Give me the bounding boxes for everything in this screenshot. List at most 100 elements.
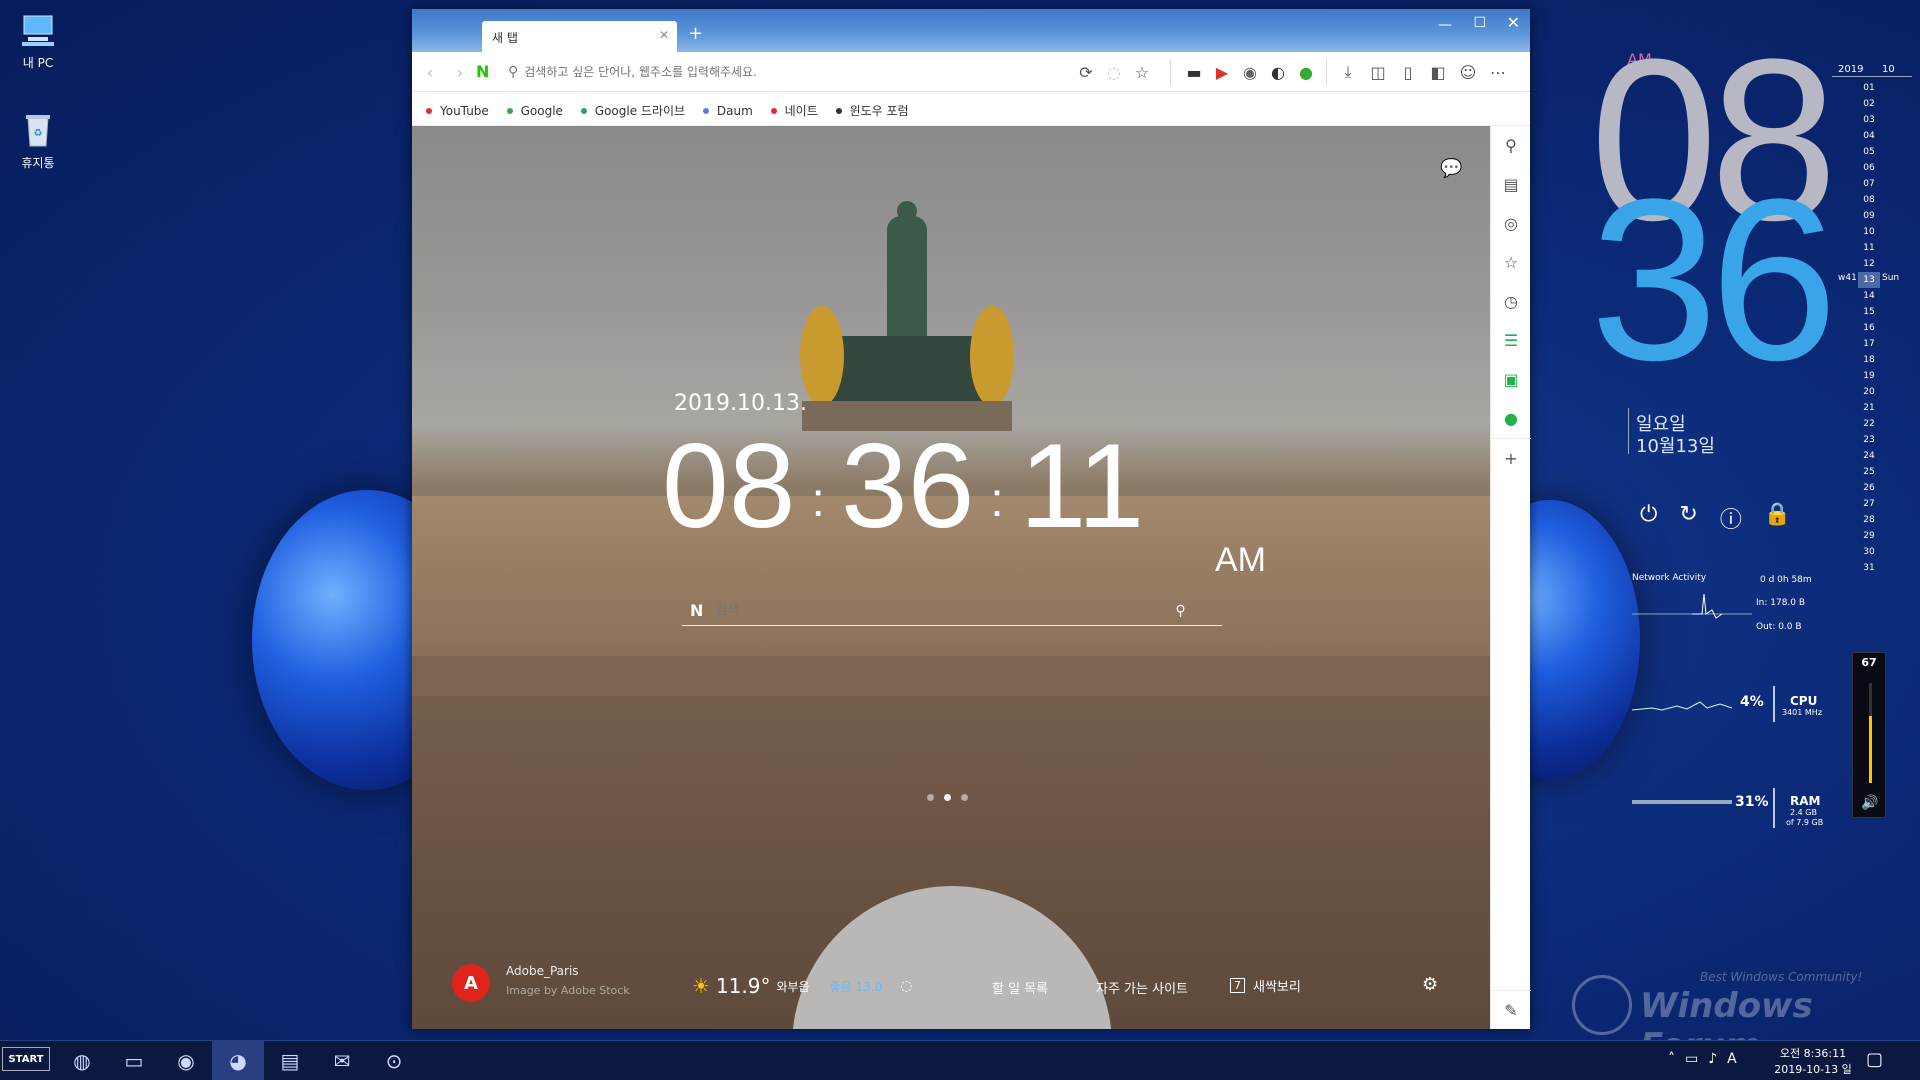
address-bar[interactable]: ⚲ [508,58,948,86]
sidebar-add-icon[interactable]: + [1491,438,1531,477]
minimize-icon[interactable]: — [1438,17,1452,33]
lock-icon[interactable]: 🔒 [1764,502,1791,534]
todo-link[interactable]: 할 일 목록 [992,978,1048,997]
address-input[interactable] [524,65,925,79]
weather-widget[interactable]: ☀ 11.9° 와부읍 좋음 13.0 ◌ [692,974,912,998]
extension-icon[interactable]: ◉ [1236,58,1264,86]
download-icon[interactable]: ⤓ [1334,58,1362,86]
newtab-search-input[interactable] [715,603,1176,618]
bookmark-google[interactable]: Google [506,103,563,118]
sidebar-memo-icon[interactable]: ▣ [1491,360,1531,399]
memo-widget[interactable]: 7 새싹보리 [1230,976,1301,995]
naver-logo-icon[interactable]: N [476,62,492,81]
maximize-icon[interactable]: ☐ [1473,15,1486,31]
carousel-dot[interactable] [944,794,951,801]
carousel-dot[interactable] [927,794,934,801]
power-icon[interactable]: ⏻ [1640,502,1657,534]
info-icon[interactable]: ⓘ [1720,502,1742,534]
calendar-day: 31 [1863,563,1875,573]
power-controls: ⏻ ↻ ⓘ 🔒 [1640,502,1791,534]
recycle-bin-icon: ♻ [18,110,58,150]
media-icon[interactable]: ◉ [160,1041,212,1080]
title-bar[interactable]: 새 탭 ✕ + — ☐ ✕ [412,9,1530,52]
sidebar-pin-icon[interactable]: ✎ [1491,990,1531,1029]
globe-icon[interactable]: ◍ [56,1041,108,1080]
speaker-icon[interactable]: 🔊 [1853,795,1887,811]
calendar-day: 24 [1863,451,1875,461]
volume-widget[interactable]: 67 🔊 [1852,652,1886,818]
frequent-sites-link[interactable]: 자주 가는 사이트 [1096,978,1188,997]
window-icon[interactable]: ▭ [108,1041,160,1080]
newtab-search-box[interactable]: N ⚲ [682,596,1222,626]
newtab-date: 2019.10.13. [674,391,807,416]
cpu-graph [1631,690,1733,712]
calendar-day: 27 [1863,499,1875,509]
sidebar-list-icon[interactable]: ☰ [1491,321,1531,360]
player-icon[interactable]: ⊙ [368,1041,420,1080]
capture-icon[interactable]: ◫ [1364,58,1392,86]
volume-icon[interactable]: ♪ [1708,1051,1717,1067]
extension-icon[interactable]: ▬ [1180,58,1208,86]
notification-icon[interactable]: ▢ [1866,1049,1883,1070]
forward-icon[interactable]: › [446,58,474,86]
taskbar: START ◍ ▭ ◉ ◕ ▤ ✉ ⊙ ˄ ▭ ♪ A 오전 8:36:11 2… [0,1040,1920,1080]
menu-icon[interactable]: ⋯ [1484,58,1512,86]
start-button[interactable]: START [2,1047,50,1071]
bookmark-dot-icon [426,107,432,114]
sidebar-star-icon[interactable]: ☆ [1491,243,1531,282]
tab-new-tab[interactable]: 새 탭 ✕ [482,21,677,52]
network-in: In: 178.0 B [1756,598,1806,608]
bookmarks-bar: YouTube Google Google 드라이브 Daum 네이트 윈도우 … [412,92,1530,126]
sidebar-search-icon[interactable]: ⚲ [1491,126,1531,165]
volume-value: 67 [1861,656,1877,669]
back-icon[interactable]: ‹ [416,58,444,86]
search-icon[interactable]: ⚲ [1175,603,1185,619]
chat-bubble-icon[interactable]: 💬 [1440,158,1462,179]
carousel-dot[interactable] [961,794,968,801]
bookmark-google-drive[interactable]: Google 드라이브 [580,102,685,119]
divider [1628,408,1629,454]
restart-icon[interactable]: ↻ [1679,502,1697,534]
desktop-icon-recycle-bin[interactable]: ♻ 휴지통 [0,110,76,171]
mail-icon[interactable]: ✉ [316,1041,368,1080]
reload-icon[interactable]: ⟳ [1072,58,1100,86]
bookmark-youtube[interactable]: YouTube [426,104,489,118]
sidebar-naver-icon[interactable]: ● [1491,399,1531,438]
bookmark-nate[interactable]: 네이트 [770,102,818,119]
sidebar-inbox-icon[interactable]: ▤ [1491,165,1531,204]
extension-icon[interactable]: ● [1292,58,1320,86]
widget-date: 10월13일 [1636,436,1715,457]
credit-name[interactable]: Adobe_Paris [506,964,579,978]
network-icon[interactable]: ▭ [1685,1051,1698,1067]
network-out: Out: 0.0 B [1756,622,1802,632]
extension-icon[interactable]: ◐ [1264,58,1292,86]
video-extension-icon[interactable]: ▶ [1208,58,1236,86]
profile-icon[interactable]: ☺ [1454,58,1482,86]
shield-icon[interactable]: ◌ [1100,58,1128,86]
cpu-percent: 4% [1740,694,1764,710]
sidebar-shield-icon[interactable]: ◎ [1491,204,1531,243]
refresh-icon[interactable]: ◌ [900,978,912,994]
sidebar-toggle-icon[interactable]: ◧ [1424,58,1452,86]
adobe-logo-icon[interactable]: A [452,964,490,1002]
browser-icon[interactable]: ◕ [212,1041,264,1080]
folder-icon[interactable]: ▤ [264,1041,316,1080]
sidebar-history-icon[interactable]: ◷ [1491,282,1531,321]
star-icon[interactable]: ☆ [1128,58,1156,86]
taskbar-clock[interactable]: 오전 8:36:11 2019-10-13 일 [1770,1045,1856,1077]
cpu-label: CPU [1790,694,1818,708]
bookmark-windows-forum[interactable]: 윈도우 포럼 [835,102,909,119]
close-window-icon[interactable]: ✕ [1507,13,1520,32]
ime-indicator[interactable]: A [1727,1051,1737,1067]
close-tab-icon[interactable]: ✕ [659,28,669,42]
bookmark-daum[interactable]: Daum [702,104,753,118]
desktop-icon-my-pc[interactable]: 내 PC [0,10,76,71]
tray-arrow-icon[interactable]: ˄ [1668,1051,1675,1067]
settings-gear-icon[interactable]: ⚙ [1422,974,1438,995]
volume-track[interactable] [1869,683,1872,783]
arch-opening [792,886,1112,1029]
new-tab-button[interactable]: + [688,23,703,44]
bookmark-label: Google [520,103,563,118]
calendar-week: w41 [1838,273,1857,283]
reader-icon[interactable]: ▯ [1394,58,1422,86]
